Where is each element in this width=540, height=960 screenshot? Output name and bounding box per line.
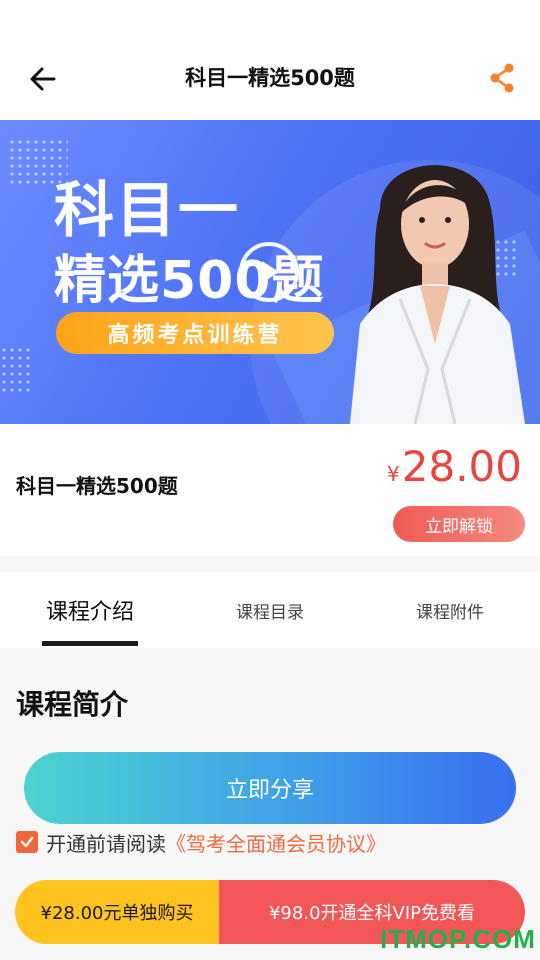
buy-single-button[interactable]: ¥28.00元单独购买 bbox=[15, 880, 219, 944]
course-info: 科目一精选500题 ¥28.00 立即解锁 bbox=[0, 424, 540, 556]
share-button[interactable] bbox=[482, 58, 522, 98]
course-price: ¥28.00 bbox=[387, 442, 522, 491]
currency-symbol: ¥ bbox=[387, 462, 400, 486]
banner-tagline: 高频考点训练营 bbox=[56, 312, 334, 354]
course-banner[interactable]: 科目一 精选500题 高频考点训练营 bbox=[0, 120, 540, 424]
unlock-button[interactable]: 立即解锁 bbox=[393, 506, 525, 542]
tab-attachments[interactable]: 课程附件 bbox=[380, 572, 520, 648]
check-icon bbox=[20, 836, 34, 848]
share-now-button[interactable]: 立即分享 bbox=[24, 752, 516, 824]
share-icon bbox=[490, 63, 514, 93]
active-tab-indicator bbox=[42, 641, 138, 646]
section-title: 课程简介 bbox=[16, 688, 129, 721]
page-title: 科目一精选500题 bbox=[185, 66, 355, 90]
agreement-text: 开通前请阅读 bbox=[46, 831, 166, 856]
play-button[interactable] bbox=[239, 242, 299, 302]
agreement-checkbox[interactable] bbox=[16, 831, 38, 853]
agreement-link[interactable]: 《驾考全面通会员协议》 bbox=[166, 828, 386, 857]
site-watermark: ITMOP.COM bbox=[380, 924, 536, 954]
agreement-row: 开通前请阅读 《驾考全面通会员协议》 bbox=[16, 826, 386, 858]
play-icon bbox=[262, 261, 279, 283]
price-value: 28.00 bbox=[401, 442, 522, 491]
course-tabs: 课程介绍 课程目录 课程附件 bbox=[0, 572, 540, 648]
banner-headline: 科目一 bbox=[54, 176, 240, 246]
tab-intro[interactable]: 课程介绍 bbox=[20, 572, 160, 648]
tab-catalog[interactable]: 课程目录 bbox=[200, 572, 340, 648]
course-name: 科目一精选500题 bbox=[16, 474, 178, 498]
banner-dots bbox=[0, 346, 30, 396]
app-header: 科目一精选500题 bbox=[0, 0, 540, 120]
instructor-photo bbox=[350, 165, 525, 424]
